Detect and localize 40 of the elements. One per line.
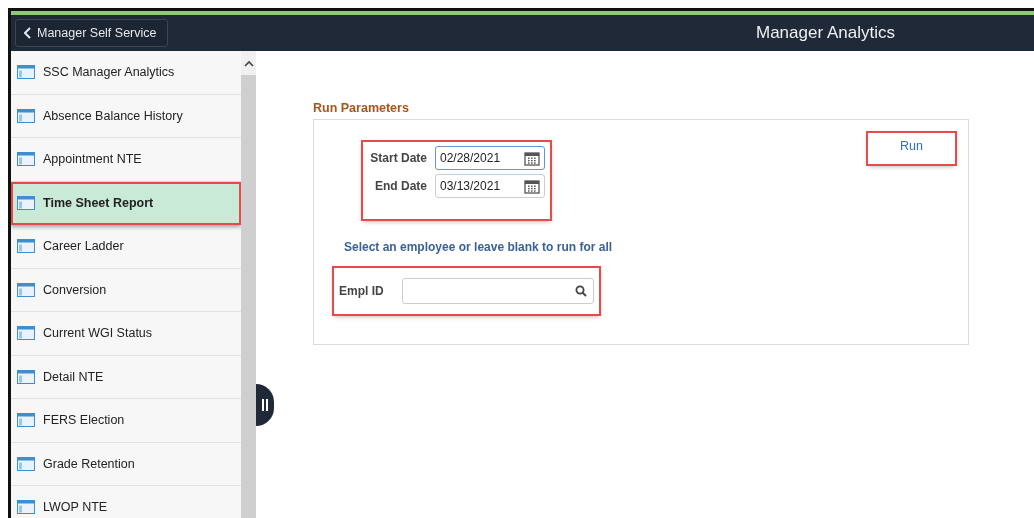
list-icon bbox=[17, 369, 35, 384]
back-button[interactable]: Manager Self Service bbox=[15, 19, 168, 47]
list-icon bbox=[17, 282, 35, 297]
list-icon bbox=[17, 239, 35, 254]
list-icon bbox=[17, 65, 35, 80]
field-label: End Date bbox=[374, 179, 428, 193]
list-icon bbox=[17, 195, 35, 210]
sidebar-item[interactable]: Time Sheet Report bbox=[11, 181, 241, 225]
sidebar-item[interactable]: Detail NTE bbox=[11, 355, 241, 399]
list-icon bbox=[17, 108, 35, 123]
sidebar-item[interactable]: FERS Election bbox=[11, 399, 241, 443]
chevron-up-icon[interactable] bbox=[243, 59, 254, 67]
list-icon bbox=[17, 456, 35, 471]
field-label: Empl ID bbox=[339, 284, 385, 298]
chevron-left-icon bbox=[24, 27, 31, 39]
list-icon bbox=[17, 152, 35, 167]
collapse-handle[interactable] bbox=[256, 384, 274, 426]
calendar-icon[interactable] bbox=[524, 150, 540, 166]
search-field[interactable] bbox=[401, 278, 594, 304]
sidebar-item[interactable]: Grade Retention bbox=[11, 442, 241, 486]
sidebar-item[interactable]: SSC Manager Analytics bbox=[11, 51, 241, 95]
page-title: Manager Analytics bbox=[756, 23, 895, 43]
section-title: Run Parameters bbox=[313, 101, 410, 115]
search-icon[interactable] bbox=[574, 285, 587, 297]
pause-icon bbox=[262, 399, 268, 411]
list-icon bbox=[17, 413, 35, 428]
instruction-text: Select an employee or leave blank to run for all bbox=[344, 240, 613, 254]
field-label: Start Date bbox=[369, 151, 428, 165]
sidebar-item[interactable]: Conversion bbox=[11, 268, 241, 312]
list-icon bbox=[17, 326, 35, 341]
list-icon bbox=[17, 500, 35, 515]
run-button[interactable]: Run bbox=[868, 133, 955, 164]
scrollbar[interactable] bbox=[241, 51, 256, 518]
sidebar-item[interactable]: Absence Balance History bbox=[11, 94, 241, 138]
sidebar-item[interactable]: Appointment NTE bbox=[11, 138, 241, 182]
calendar-icon[interactable] bbox=[524, 178, 540, 194]
date-field[interactable]: 03/13/2021 bbox=[435, 174, 545, 198]
sidebar-item[interactable]: Current WGI Status bbox=[11, 312, 241, 356]
sidebar-item[interactable]: Career Ladder bbox=[11, 225, 241, 269]
date-field[interactable]: 02/28/2021 bbox=[435, 146, 545, 170]
